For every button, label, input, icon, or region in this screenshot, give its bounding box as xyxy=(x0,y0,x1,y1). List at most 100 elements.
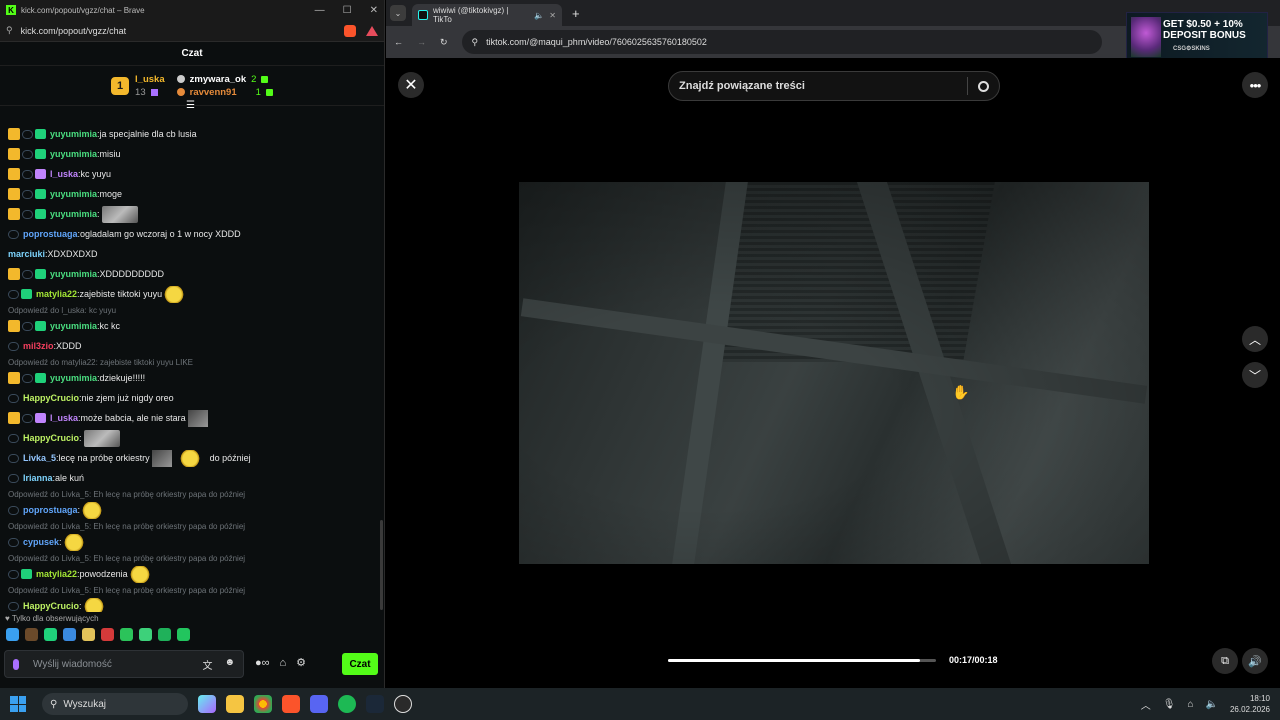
mic-icon[interactable] xyxy=(13,658,19,670)
tab-audio-icon[interactable]: 🔈 xyxy=(534,11,544,20)
username[interactable]: poprostuaga xyxy=(23,229,78,239)
back-icon[interactable]: ← xyxy=(394,37,403,47)
tray-mic-icon[interactable]: 🎙 xyxy=(1163,699,1176,710)
username[interactable]: matylia22 xyxy=(36,289,77,299)
chevron-down-icon[interactable]: ﹀ xyxy=(1242,362,1268,388)
windows-icon[interactable] xyxy=(10,696,26,712)
tray-overflow-icon[interactable]: ︿ xyxy=(1141,697,1151,712)
username[interactable]: Livka_5 xyxy=(23,453,56,463)
emote-button[interactable] xyxy=(82,628,95,641)
spotify-icon[interactable] xyxy=(338,695,356,713)
tab-search-icon[interactable]: ⌄ xyxy=(390,5,406,21)
emote-button[interactable] xyxy=(158,628,171,641)
emote-yellow[interactable] xyxy=(82,501,103,519)
gift-leaderboard[interactable]: 1 l_uska 13 zmywara_ok 2 ravvenn91 1 ☰ xyxy=(0,66,384,111)
discord-icon[interactable] xyxy=(310,695,328,713)
brave-icon[interactable] xyxy=(282,695,300,713)
site-settings-icon[interactable]: ⚲ xyxy=(6,25,13,36)
more-icon[interactable]: ••• xyxy=(1242,72,1268,98)
reply-context[interactable]: Odpowiedź do Livka_5: Eh lecę na próbę o… xyxy=(0,552,380,564)
emote-yellow[interactable] xyxy=(129,565,150,583)
username[interactable]: HappyCrucio xyxy=(23,433,79,443)
new-tab-icon[interactable]: + xyxy=(572,6,580,21)
prediction-icon[interactable]: ●∞ xyxy=(255,657,270,669)
reply-context[interactable]: Odpowiedź do Livka_5: Eh lecę na próbę o… xyxy=(0,520,380,532)
brave-shield-icon[interactable] xyxy=(344,24,356,37)
send-chat-button[interactable]: Czat xyxy=(342,653,378,675)
brave-rewards-icon[interactable] xyxy=(366,25,378,36)
translate-icon[interactable]: 文 xyxy=(202,657,212,672)
username[interactable]: l_uska xyxy=(50,413,78,423)
taskbar-search[interactable]: ⚲ Wyszukaj xyxy=(42,693,188,715)
video-progress-bar[interactable] xyxy=(668,659,936,662)
emote-yellow[interactable] xyxy=(83,597,104,612)
close-tab-icon[interactable]: ✕ xyxy=(549,11,556,20)
close-window-icon[interactable]: ✕ xyxy=(370,5,378,16)
username[interactable]: mil3zio xyxy=(23,341,54,351)
username[interactable]: yuyumimia xyxy=(50,321,97,331)
reply-context[interactable]: Odpowiedź do Livka_5: Eh lecę na próbę o… xyxy=(0,584,380,596)
search-icon[interactable] xyxy=(978,80,989,92)
emote-yellow[interactable] xyxy=(63,533,84,551)
close-icon[interactable]: ✕ xyxy=(398,72,424,98)
chat-message-input[interactable]: Wyślij wiadomość 文 ☻ xyxy=(4,650,244,678)
emote-button[interactable] xyxy=(120,628,133,641)
emote-button[interactable] xyxy=(44,628,57,641)
username[interactable]: yuyumimia xyxy=(50,149,97,159)
emote-small[interactable] xyxy=(187,409,208,427)
emote-yellow[interactable] xyxy=(179,449,200,467)
related-search-input[interactable]: Znajdź powiązane treści xyxy=(668,71,1000,101)
video-frame[interactable] xyxy=(519,182,1149,564)
expand-leaderboard-icon[interactable]: ☰ xyxy=(186,100,195,111)
username[interactable]: cypusek xyxy=(23,537,59,547)
username[interactable]: HappyCrucio xyxy=(23,601,79,611)
forward-icon[interactable]: → xyxy=(417,37,426,47)
chevron-up-icon[interactable]: ︿ xyxy=(1242,326,1268,352)
miniplayer-icon[interactable]: ⧉ xyxy=(1212,648,1238,674)
settings-gear-icon[interactable]: ⚙ xyxy=(296,656,306,669)
username[interactable]: marciuki xyxy=(8,249,45,259)
obs-icon[interactable] xyxy=(394,695,412,713)
chrome-icon[interactable] xyxy=(254,695,272,713)
username[interactable]: yuyumimia xyxy=(50,189,97,199)
address-bar[interactable]: ⚲ tiktok.com/@maqui_phm/video/7606025635… xyxy=(461,30,1102,54)
maximize-icon[interactable]: ☐ xyxy=(343,5,352,16)
reply-context[interactable]: Odpowiedź do l_uska: kc yuyu xyxy=(0,304,380,316)
emote-cat[interactable] xyxy=(83,429,120,447)
reload-icon[interactable]: ↻ xyxy=(440,37,448,48)
emote-button[interactable] xyxy=(139,628,152,641)
copilot-icon[interactable] xyxy=(198,695,216,713)
steam-icon[interactable] xyxy=(366,695,384,713)
username[interactable]: yuyumimia xyxy=(50,129,97,139)
username[interactable]: matylia22 xyxy=(36,569,77,579)
clock[interactable]: 18:10 26.02.2026 xyxy=(1230,693,1270,715)
emote-yellow[interactable] xyxy=(164,285,185,303)
volume-icon[interactable]: 🔊 xyxy=(1242,648,1268,674)
emote-button[interactable] xyxy=(177,628,190,641)
username[interactable]: yuyumimia xyxy=(50,269,97,279)
reply-context[interactable]: Odpowiedź do matylia22: zajebiste tiktok… xyxy=(0,356,380,368)
emote-button[interactable] xyxy=(25,628,38,641)
emote-small[interactable] xyxy=(151,449,172,467)
ad-banner[interactable]: GET $0.50 + 10% DEPOSIT BONUS CSG⚙SKINS xyxy=(1126,12,1268,62)
speaker-icon[interactable]: 🔈 xyxy=(1206,699,1218,710)
username[interactable]: poprostuaga xyxy=(23,505,78,515)
minimize-icon[interactable]: — xyxy=(315,5,325,16)
username[interactable]: l_uska xyxy=(50,169,78,179)
username[interactable]: yuyumimia xyxy=(50,209,97,219)
username[interactable]: Irianna xyxy=(23,473,53,483)
emoji-icon[interactable]: ☻ xyxy=(224,657,235,672)
emote-button[interactable] xyxy=(63,628,76,641)
site-info-icon[interactable]: ⚲ xyxy=(472,37,479,48)
username[interactable]: yuyumimia xyxy=(50,373,97,383)
tab-tiktok[interactable]: wiwiwi (@tiktokivgz) | TikTo 🔈 ✕ xyxy=(412,4,562,26)
username[interactable]: HappyCrucio xyxy=(23,393,79,403)
emote-cat[interactable] xyxy=(101,205,138,223)
file-explorer-icon[interactable] xyxy=(226,695,244,713)
store-icon[interactable]: ⌂ xyxy=(280,657,287,669)
network-icon[interactable]: ⌂ xyxy=(1187,699,1193,710)
reply-context[interactable]: Odpowiedź do Livka_5: Eh lecę na próbę o… xyxy=(0,488,380,500)
chat-url[interactable]: kick.com/popout/vgzz/chat xyxy=(21,26,127,36)
chat-scrollbar[interactable] xyxy=(380,520,383,610)
emote-button[interactable] xyxy=(101,628,114,641)
